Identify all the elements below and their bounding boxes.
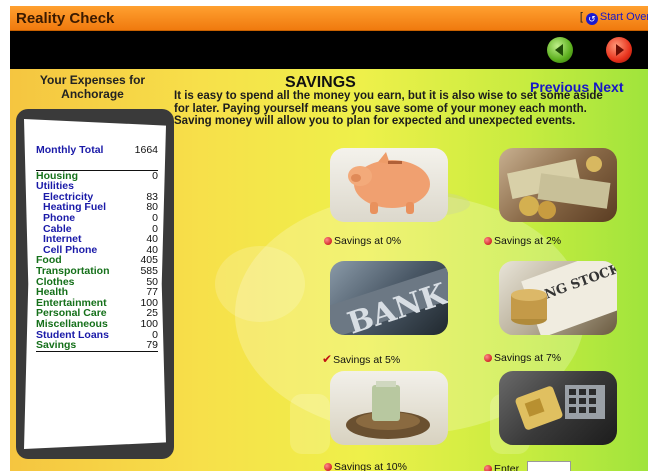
option-label-4[interactable]: Savings at 10% [324, 461, 407, 471]
option-image-3[interactable]: NG STOCK [499, 261, 617, 335]
option-image-0[interactable] [330, 148, 448, 222]
option-text: Savings at 7% [494, 352, 562, 364]
app-window: Reality Check [↺ Start Over Your Expenses… [10, 6, 648, 471]
expense-label: Phone [43, 211, 76, 224]
expense-label: Savings [36, 339, 77, 352]
start-over-link[interactable]: [↺ Start Over [580, 11, 648, 25]
nav-bar [10, 31, 648, 69]
money-pile-icon [507, 156, 611, 219]
option-label-0[interactable]: Savings at 0% [324, 235, 401, 247]
expenses-panel: Monthly Total 1664 Housing 0 Utilities Elec… [16, 109, 174, 459]
coins-stock-page-icon: NG STOCK [511, 261, 617, 335]
expense-list: Housing 0 Utilities Electricity 83 Heating Fu… [36, 169, 158, 351]
radio-dot-icon [324, 237, 332, 245]
main-content: Your Expenses for Anchorage Monthly Tota… [10, 69, 648, 471]
expense-row: Savings 79 [36, 340, 158, 351]
start-over-bracket: [ [579, 11, 583, 23]
radio-dot-icon [324, 463, 332, 471]
option-image-4[interactable] [330, 371, 448, 445]
piggy-bank-icon [348, 152, 430, 214]
expense-row: Miscellaneous 100 [36, 319, 158, 330]
option-image-2[interactable]: BANK [330, 261, 448, 335]
expense-row: Phone 0 [36, 213, 158, 224]
arrow-right-icon [616, 44, 624, 56]
start-over-label: Start Over [599, 11, 648, 23]
radio-dot-icon [484, 465, 492, 471]
expense-value: 0 [152, 169, 158, 182]
expense-value: 100 [140, 317, 158, 330]
option-text: Savings at 5% [333, 354, 401, 366]
custom-savings-input[interactable] [527, 461, 572, 471]
monthly-total-value: 1664 [134, 144, 158, 156]
option-image-1[interactable] [499, 148, 617, 222]
back-button[interactable] [547, 37, 573, 63]
radio-dot-icon [484, 354, 492, 362]
option-label-3[interactable]: Savings at 7% [484, 352, 561, 364]
bank-sign-icon: BANK [330, 267, 448, 335]
start-over-icon: ↺ [585, 13, 598, 25]
forward-button[interactable] [606, 37, 632, 63]
monthly-total-row: Monthly Total 1664 [36, 145, 158, 156]
option-label-5[interactable]: Enter [484, 461, 572, 471]
safe-keypad-icon [515, 385, 605, 430]
expense-label: Miscellaneous [36, 317, 108, 330]
option-image-5[interactable] [499, 371, 617, 445]
expenses-sheet: Monthly Total 1664 Housing 0 Utilities Elec… [24, 119, 166, 449]
option-label-1[interactable]: Savings at 2% [484, 235, 561, 247]
arrow-left-icon [555, 44, 563, 56]
expense-value: 79 [146, 339, 158, 352]
option-text: Savings at 0% [334, 235, 402, 247]
option-text: Savings at 2% [494, 235, 562, 247]
monthly-total-label: Monthly Total [36, 144, 104, 156]
expense-row: Transportation 585 [36, 266, 158, 277]
expense-value: 0 [152, 211, 158, 224]
app-title: Reality Check [16, 10, 115, 27]
expenses-title: Your Expenses for Anchorage [39, 73, 146, 101]
option-text: Enter [494, 463, 520, 471]
option-label-2[interactable]: ✔Savings at 5% [322, 352, 400, 366]
expense-value: 585 [140, 264, 158, 277]
option-text: Savings at 10% [334, 461, 407, 471]
radio-dot-icon [484, 237, 492, 245]
description-text: It is easy to spend all the money you ea… [174, 90, 603, 127]
title-bar: Reality Check [↺ Start Over [10, 6, 648, 31]
checkmark-icon: ✔ [322, 352, 333, 366]
expense-label: Transportation [36, 264, 110, 277]
nest-egg-icon [346, 381, 430, 439]
